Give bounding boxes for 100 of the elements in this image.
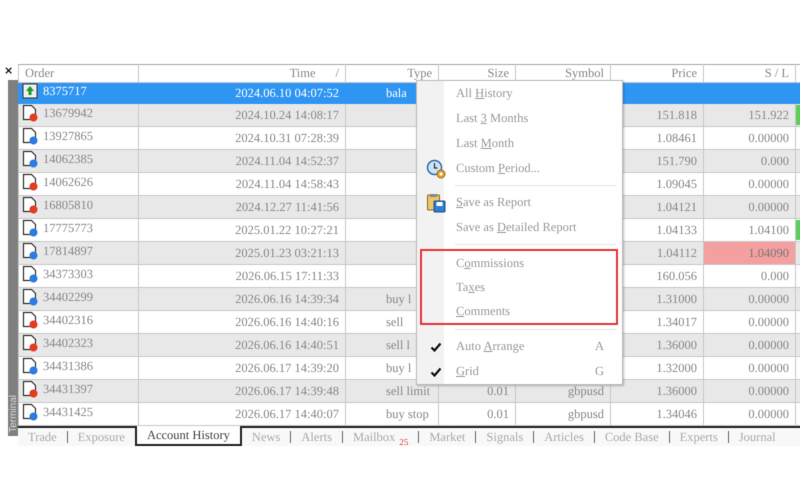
table-cell: 0.00000 bbox=[748, 130, 789, 144]
table-cell: 17814897 bbox=[43, 244, 93, 258]
document-icon bbox=[22, 128, 38, 145]
tab[interactable]: Trade bbox=[18, 428, 67, 446]
table-cell: 34431397 bbox=[43, 382, 93, 396]
table-cell: 2026.06.16 14:39:34 bbox=[235, 292, 339, 306]
document-icon bbox=[22, 358, 38, 375]
shortcut-key: G bbox=[594, 364, 618, 379]
table-cell: 14062385 bbox=[43, 152, 93, 166]
table-cell: 0.000 bbox=[760, 154, 789, 168]
document-icon bbox=[22, 242, 38, 260]
tab[interactable]: Alerts bbox=[291, 428, 342, 446]
table-cell: 2024.12.27 11:41:56 bbox=[236, 200, 339, 214]
document-icon bbox=[22, 266, 38, 283]
tab[interactable]: Exposure bbox=[68, 428, 135, 446]
table-cell: 2024.11.04 14:58:43 bbox=[236, 176, 339, 190]
document-icon bbox=[22, 288, 38, 306]
tab[interactable]: News bbox=[242, 428, 290, 446]
table-cell: 1.34046 bbox=[656, 406, 697, 420]
table-cell: buy l bbox=[386, 360, 412, 374]
shortcut-key: A bbox=[594, 339, 618, 354]
table-cell: 2024.11.04 14:52:37 bbox=[236, 154, 339, 168]
table-cell: 34402299 bbox=[43, 290, 93, 304]
table-cell: 1.36000 bbox=[656, 384, 697, 398]
menu-item[interactable]: All History bbox=[417, 81, 618, 106]
document-icon bbox=[22, 404, 38, 421]
table-cell: 1.32000 bbox=[656, 360, 697, 374]
table-row[interactable]: 34431425 2026.06.17 14:40:07 buy stop 0.01 gbpusd 1.34046 0.00000 bbox=[18, 402, 800, 426]
table-row[interactable]: 34431397 2026.06.17 14:39:48 sell limit 0.01 gbpusd 1.36000 0.00000 bbox=[18, 380, 800, 402]
table-cell: 2025.01.22 10:27:21 bbox=[235, 222, 339, 236]
tab[interactable]: Account History bbox=[134, 426, 242, 446]
table-cell: 1.04112 bbox=[656, 246, 697, 260]
table-cell: 2024.06.10 04:07:52 bbox=[235, 86, 339, 100]
table-cell: 0.00000 bbox=[748, 338, 789, 352]
table-cell: 160.056 bbox=[656, 268, 697, 282]
table-cell: sell bbox=[386, 314, 404, 328]
table-cell: gbpusd bbox=[568, 406, 604, 420]
table-cell: 2026.06.17 14:40:07 bbox=[235, 406, 339, 420]
document-icon bbox=[22, 150, 38, 168]
tab[interactable]: Market bbox=[419, 428, 476, 446]
column-header[interactable]: Time bbox=[290, 66, 316, 80]
table-cell: 1.31000 bbox=[656, 292, 697, 306]
tab[interactable]: Experts bbox=[670, 428, 728, 446]
table-cell: 1.04121 bbox=[656, 200, 697, 214]
tab[interactable]: Mailbox $_{25}$ bbox=[342, 428, 418, 446]
table-cell: 2026.06.16 14:40:51 bbox=[235, 338, 339, 352]
table-cell: 1.04100 bbox=[748, 222, 789, 236]
table-cell: bala bbox=[386, 86, 407, 100]
table-cell: 13679942 bbox=[43, 106, 93, 120]
table-cell: 34402316 bbox=[43, 312, 93, 328]
document-icon bbox=[22, 104, 38, 122]
table-cell: 151.790 bbox=[656, 154, 697, 168]
table-cell: 16805810 bbox=[43, 198, 93, 212]
table-cell: 0.00000 bbox=[748, 292, 789, 306]
table-cell: 1.04090 bbox=[748, 246, 789, 260]
table-cell: sell l bbox=[386, 338, 410, 352]
table-cell: 0.000 bbox=[760, 268, 789, 282]
table-cell: 2025.01.23 03:21:13 bbox=[235, 246, 339, 260]
table-cell: 1.08461 bbox=[656, 130, 697, 144]
table-cell: 2026.06.17 14:39:48 bbox=[235, 384, 339, 398]
table-cell: 1.34017 bbox=[656, 314, 697, 328]
table-cell: 13927865 bbox=[43, 128, 93, 144]
tab[interactable]: Code Base bbox=[594, 428, 669, 446]
table-cell: 1.04133 bbox=[656, 222, 697, 236]
table-cell: sell limit bbox=[386, 384, 430, 398]
table-cell: 2026.06.16 14:40:16 bbox=[235, 314, 339, 328]
menu-item[interactable]: Auto Arrange A bbox=[417, 334, 618, 359]
column-header[interactable]: Order bbox=[25, 66, 54, 80]
table-cell: 1.09045 bbox=[656, 176, 697, 190]
clock-icon bbox=[426, 158, 446, 178]
table-cell: 34402323 bbox=[43, 336, 93, 350]
table-cell: 0.01 bbox=[487, 384, 509, 398]
table-cell: 0.00000 bbox=[748, 360, 789, 374]
table-cell: 0.00000 bbox=[748, 384, 789, 398]
tab[interactable]: Signals bbox=[476, 428, 534, 446]
table-cell: 2024.10.31 07:28:39 bbox=[235, 130, 339, 144]
table-cell: 2024.10.24 14:08:17 bbox=[235, 108, 339, 122]
deposit-icon bbox=[22, 84, 38, 99]
tab[interactable]: Journal bbox=[728, 428, 786, 446]
document-icon bbox=[22, 334, 38, 352]
table-cell: 34431386 bbox=[43, 358, 93, 374]
save-icon bbox=[426, 192, 446, 212]
document-icon bbox=[22, 174, 38, 191]
tab[interactable]: Articles bbox=[534, 428, 594, 446]
table-cell: 0.00000 bbox=[748, 406, 789, 420]
document-icon bbox=[22, 196, 38, 214]
document-icon bbox=[22, 380, 38, 398]
table-cell: buy stop bbox=[386, 406, 429, 420]
document-icon bbox=[22, 220, 38, 237]
table-cell: gbpusd bbox=[568, 384, 604, 398]
table-cell: 0.00000 bbox=[748, 314, 789, 328]
table-cell: 151.922 bbox=[748, 108, 789, 122]
table-cell: 14062626 bbox=[43, 174, 93, 190]
close-button[interactable]: × bbox=[0, 64, 14, 78]
table-cell: 34373303 bbox=[43, 266, 93, 282]
table-cell: 17775773 bbox=[43, 220, 93, 236]
table-cell: 2026.06.15 17:11:33 bbox=[236, 268, 339, 282]
table-cell: 2026.06.17 14:39:20 bbox=[235, 360, 339, 374]
table-cell: 34431425 bbox=[43, 404, 93, 420]
unread-count: 25 bbox=[399, 436, 408, 446]
